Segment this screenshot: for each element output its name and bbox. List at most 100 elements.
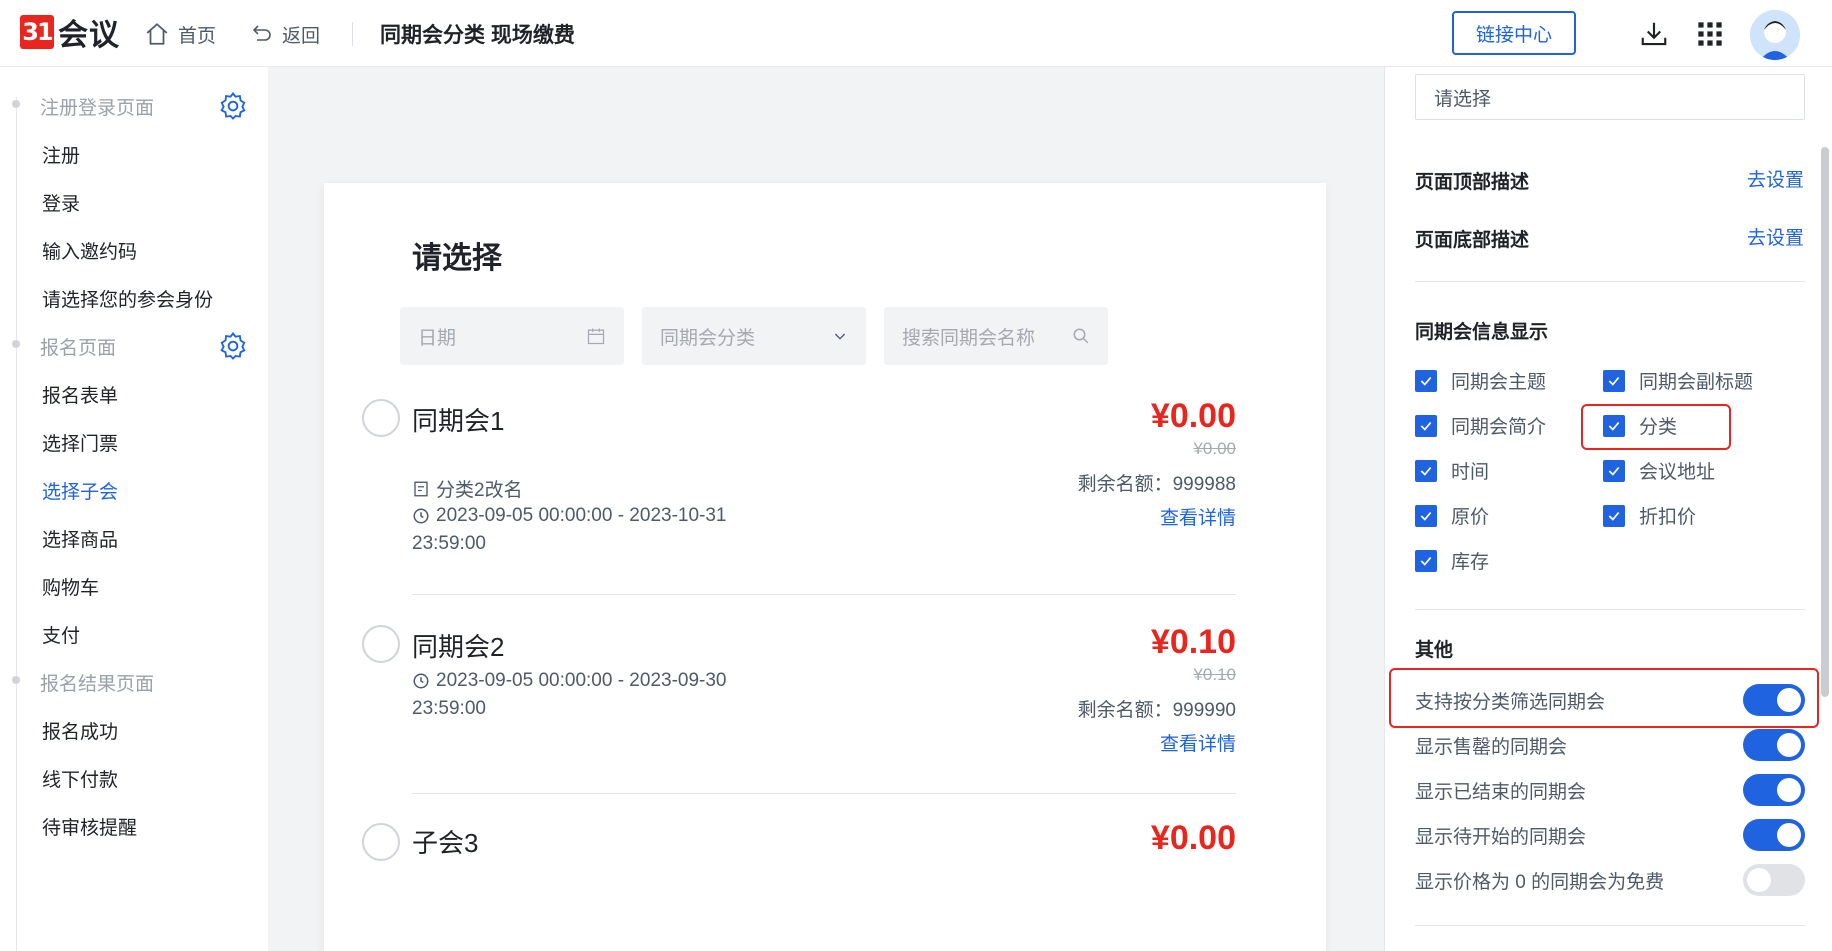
top-header: 31 会议 首页 返回 同期会分类 现场缴费 链接中心 bbox=[0, 0, 1832, 67]
sidebar-item-invite-code[interactable]: 输入邀约码 bbox=[42, 237, 137, 264]
checkbox-stock[interactable]: 库存 bbox=[1415, 547, 1489, 574]
checkbox-checked-icon bbox=[1603, 504, 1625, 527]
checkbox-original-price[interactable]: 原价 bbox=[1415, 502, 1489, 529]
sidebar-item-success[interactable]: 报名成功 bbox=[42, 717, 118, 744]
logo-text: 会议 bbox=[58, 19, 120, 52]
toggle-row-ended: 显示已结束的同期会 bbox=[1415, 774, 1805, 806]
session-time: 2023-09-05 00:00:00 - 2023-09-30 bbox=[412, 670, 727, 692]
sidebar-item-products[interactable]: 选择商品 bbox=[42, 525, 118, 552]
apps-grid-icon[interactable] bbox=[1694, 18, 1726, 50]
session-detail-link[interactable]: 查看详情 bbox=[1160, 729, 1236, 756]
filter-by-category-toggle[interactable] bbox=[1743, 684, 1805, 716]
download-icon[interactable] bbox=[1638, 18, 1670, 50]
info-section-title: 同期会信息显示 bbox=[1415, 322, 1549, 343]
link-center-button[interactable]: 链接中心 bbox=[1452, 11, 1576, 55]
search-placeholder: 搜索同期会名称 bbox=[902, 327, 1036, 349]
back-label: 返回 bbox=[282, 25, 321, 47]
sidebar-item-register[interactable]: 注册 bbox=[42, 141, 80, 168]
bottom-desc-label: 页面底部描述 bbox=[1415, 230, 1530, 251]
session-category: 分类2改名 bbox=[412, 475, 523, 502]
upcoming-toggle[interactable] bbox=[1743, 819, 1805, 851]
user-avatar[interactable] bbox=[1750, 10, 1800, 60]
session-radio[interactable] bbox=[362, 399, 400, 437]
category-filter[interactable]: 同期会分类 bbox=[642, 307, 866, 365]
checkbox-intro[interactable]: 同期会简介 bbox=[1415, 412, 1546, 439]
checkbox-label: 会议地址 bbox=[1639, 462, 1716, 483]
session-stock: 剩余名额：999990 bbox=[1077, 700, 1236, 721]
toggle-label: 支持按分类筛选同期会 bbox=[1415, 691, 1606, 713]
panel-scrollbar[interactable] bbox=[1821, 147, 1829, 697]
toggle-label: 显示价格为 0 的同期会为免费 bbox=[1415, 871, 1665, 893]
free-price-toggle[interactable] bbox=[1743, 864, 1805, 896]
calendar-icon bbox=[587, 328, 605, 345]
sidebar-item-review[interactable]: 待审核提醒 bbox=[42, 813, 137, 840]
checkbox-label: 时间 bbox=[1451, 462, 1490, 483]
category-filter-placeholder: 同期会分类 bbox=[660, 327, 756, 349]
toggle-row-filter-by-category: 支持按分类筛选同期会 bbox=[1415, 684, 1805, 716]
session-original-price: ¥0.00 bbox=[1193, 439, 1236, 458]
checkbox-label: 同期会简介 bbox=[1451, 417, 1547, 438]
panel-select[interactable]: 请选择 bbox=[1415, 74, 1805, 120]
checkbox-label: 分类 bbox=[1639, 417, 1678, 438]
checkbox-checked-icon bbox=[1415, 369, 1437, 392]
date-filter-placeholder: 日期 bbox=[418, 327, 457, 349]
session-price: ¥0.10 bbox=[1150, 623, 1236, 661]
panel-divider bbox=[1415, 609, 1805, 610]
sidebar-item-payment[interactable]: 支付 bbox=[42, 621, 80, 648]
checkbox-label: 同期会副标题 bbox=[1639, 372, 1754, 393]
bottom-desc-set-link[interactable]: 去设置 bbox=[1747, 223, 1804, 250]
session-time: 2023-09-05 00:00:00 - 2023-10-31 bbox=[412, 505, 727, 527]
ended-toggle[interactable] bbox=[1743, 774, 1805, 806]
sidebar-group-registration: 报名页面 bbox=[40, 338, 117, 359]
gear-icon[interactable] bbox=[218, 331, 248, 361]
sidebar-item-cart[interactable]: 购物车 bbox=[42, 573, 99, 600]
category-icon bbox=[414, 481, 428, 496]
checkbox-category[interactable]: 分类 bbox=[1603, 412, 1677, 439]
session-radio[interactable] bbox=[362, 625, 400, 663]
toggle-row-upcoming: 显示待开始的同期会 bbox=[1415, 819, 1805, 851]
sidebar-item-login[interactable]: 登录 bbox=[42, 189, 80, 216]
toggle-label: 显示已结束的同期会 bbox=[1415, 781, 1587, 803]
other-section-title: 其他 bbox=[1415, 640, 1454, 661]
card-title: 请选择 bbox=[412, 242, 502, 275]
home-link[interactable]: 首页 bbox=[144, 20, 216, 48]
checkbox-checked-icon bbox=[1415, 549, 1437, 572]
group-dot bbox=[12, 676, 20, 684]
chevron-down-icon bbox=[834, 333, 846, 340]
sidebar-item-identity[interactable]: 请选择您的参会身份 bbox=[42, 285, 213, 312]
home-label: 首页 bbox=[178, 25, 217, 47]
checkbox-subtitle[interactable]: 同期会副标题 bbox=[1603, 367, 1753, 394]
checkbox-label: 原价 bbox=[1451, 507, 1490, 528]
back-icon bbox=[252, 25, 271, 41]
toggle-row-sold-out: 显示售罄的同期会 bbox=[1415, 729, 1805, 761]
session-detail-link[interactable]: 查看详情 bbox=[1160, 503, 1236, 530]
gear-icon[interactable] bbox=[218, 91, 248, 121]
sidebar-item-form[interactable]: 报名表单 bbox=[42, 381, 118, 408]
checkbox-address[interactable]: 会议地址 bbox=[1603, 457, 1715, 484]
sidebar-item-offline-pay[interactable]: 线下付款 bbox=[42, 765, 118, 792]
sold-out-toggle[interactable] bbox=[1743, 729, 1805, 761]
session-time-text: 2023-09-05 00:00:00 - 2023-09-30 bbox=[436, 670, 727, 691]
date-filter[interactable]: 日期 bbox=[400, 307, 624, 365]
checkbox-checked-icon bbox=[1603, 459, 1625, 482]
session-search[interactable]: 搜索同期会名称 bbox=[884, 307, 1108, 365]
settings-panel: 请选择 页面顶部描述 去设置 页面底部描述 去设置 同期会信息显示 同期会主题 … bbox=[1384, 67, 1832, 951]
top-desc-set-link[interactable]: 去设置 bbox=[1747, 165, 1804, 192]
session-radio[interactable] bbox=[362, 823, 400, 861]
session-original-price: ¥0.10 bbox=[1193, 665, 1236, 684]
checkbox-discount-price[interactable]: 折扣价 bbox=[1603, 502, 1696, 529]
session-price: ¥0.00 bbox=[1150, 819, 1236, 857]
left-sidebar: 注册登录页面 注册 登录 输入邀约码 请选择您的参会身份 报名页面 报名表单 选… bbox=[0, 67, 268, 951]
checkbox-checked-icon bbox=[1415, 414, 1437, 437]
checkbox-time[interactable]: 时间 bbox=[1415, 457, 1489, 484]
sidebar-item-subsession[interactable]: 选择子会 bbox=[42, 477, 118, 504]
sidebar-item-tickets[interactable]: 选择门票 bbox=[42, 429, 118, 456]
panel-divider bbox=[1415, 281, 1805, 282]
checkbox-theme[interactable]: 同期会主题 bbox=[1415, 367, 1546, 394]
app-logo[interactable]: 31 会议 bbox=[20, 14, 120, 52]
session-stock: 剩余名额：999988 bbox=[1077, 474, 1236, 495]
checkbox-label: 同期会主题 bbox=[1451, 372, 1547, 393]
session-divider bbox=[412, 594, 1236, 595]
session-time-end: 23:59:00 bbox=[412, 698, 486, 719]
back-link[interactable]: 返回 bbox=[250, 20, 320, 48]
